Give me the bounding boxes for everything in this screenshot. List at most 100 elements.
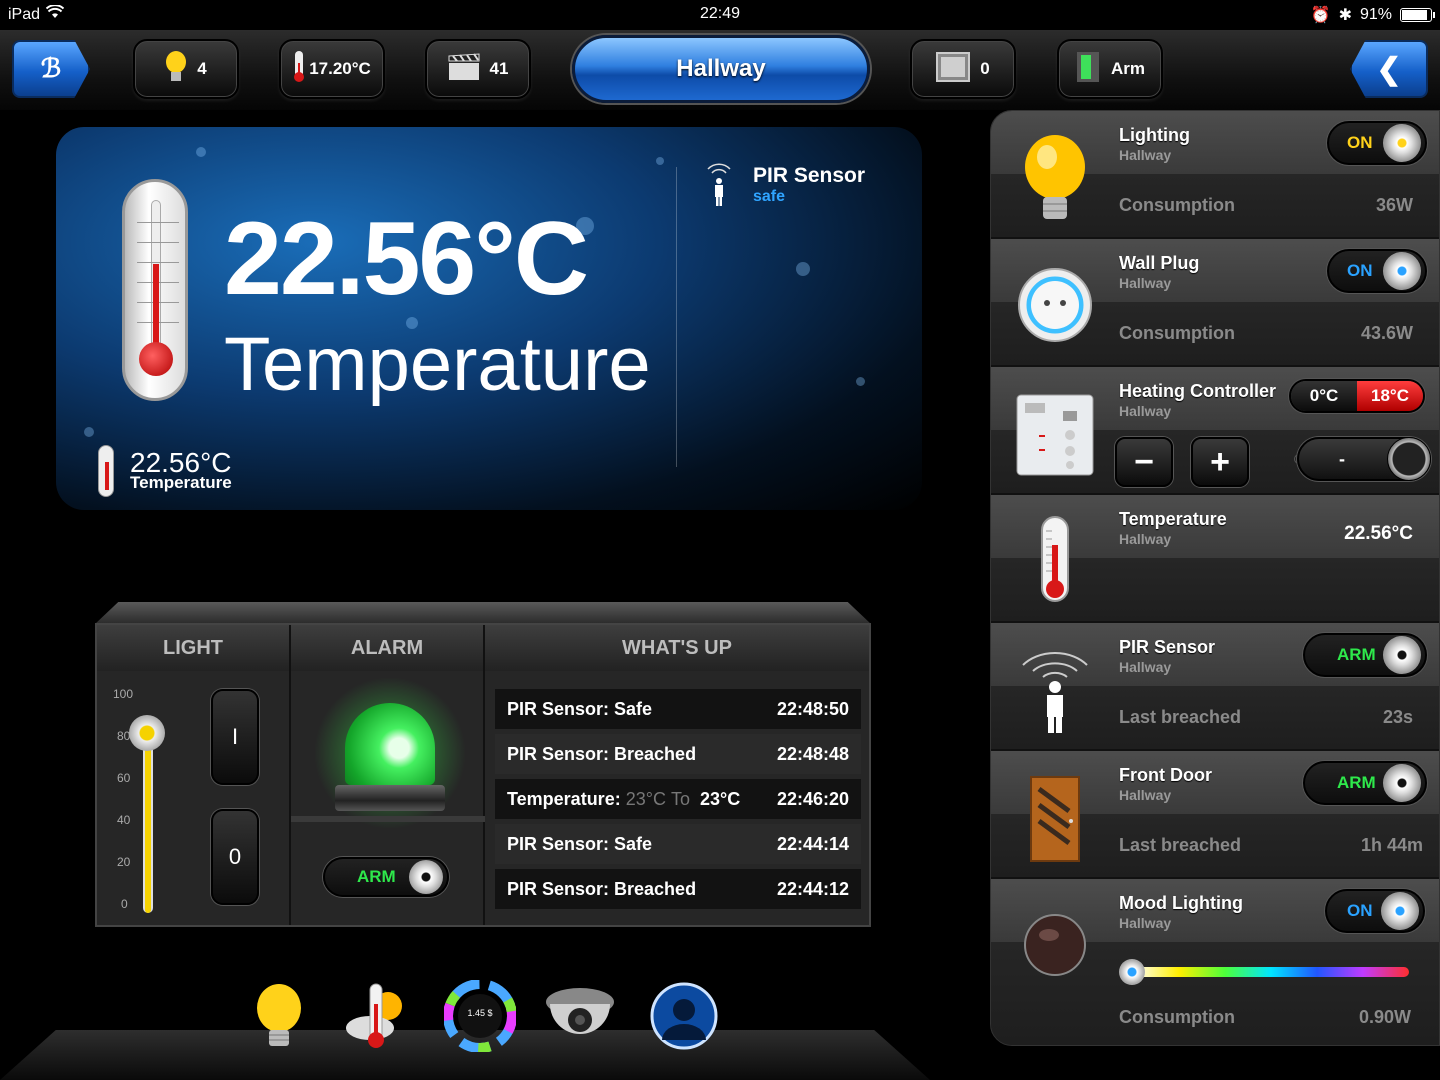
metric-value: 23s [1382,707,1413,727]
lighting-on-toggle[interactable]: ON [1327,121,1427,165]
device-room: Hallway [1119,403,1172,419]
log-from-value: 23°C [625,788,666,809]
alarm-clock-icon: ⏰ [1310,7,1331,24]
device-title: Wall Plug [1119,253,1200,273]
color-slider-knob[interactable] [1119,959,1145,985]
heating-mode-selector[interactable]: - [1297,437,1431,481]
security-button[interactable]: Arm [1057,39,1163,99]
thermometer-icon [1015,511,1095,607]
back-button[interactable]: ❮ [1350,40,1428,98]
device-sidebar: Lighting Hallway ON Consumption 36W Wall… [990,110,1440,1046]
wall-plug-on-toggle[interactable]: ON [1327,249,1427,293]
dimmer-slider-knob[interactable] [129,714,165,751]
chevron-left-icon: ❮ [1376,52,1402,86]
metric-value: 43.6W [1360,323,1413,343]
device-card-mood-lighting[interactable]: Mood Lighting Hallway ON Consumption 0.9… [991,879,1439,1045]
dock-security-icon[interactable] [648,980,720,1052]
log-time: 22:48:48 [776,743,849,764]
temperature-reading: 22.56°C [1344,523,1413,544]
blinds-count: 0 [980,59,990,78]
front-door-arm-toggle[interactable]: ARM [1303,761,1427,805]
metric-label: Consumption [1119,1007,1235,1027]
dock-energy-icon[interactable]: 1.45 $ [443,979,517,1053]
heating-high-setpoint: 18°C [1357,381,1423,411]
tab-whats-up[interactable]: WHAT'S UP [485,625,869,671]
device-card-heating-controller[interactable]: Heating Controller Hallway 0°C 18°C − + … [991,367,1439,495]
clock-icon [1387,437,1431,481]
device-title: Mood Lighting [1119,893,1243,913]
lights-button[interactable]: 4 [133,39,239,99]
scale-label: 40 [117,813,131,827]
device-card-wall-plug[interactable]: Wall Plug Hallway ON Consumption 43.6W [991,239,1439,367]
dock-lighting-icon[interactable] [243,980,315,1052]
log-time: 22:48:50 [776,698,849,719]
device-card-front-door[interactable]: Front Door Hallway ARM Last breached 1h … [991,751,1439,879]
events-log: PIR Sensor: Safe 22:48:50 PIR Sensor: Bre… [485,671,869,925]
light-on-button[interactable]: I [211,689,259,785]
device-title: Front Door [1119,765,1212,785]
device-card-temperature[interactable]: Temperature Hallway 22.56°C [991,495,1439,623]
home-logo-icon: ℬ [40,54,62,83]
log-event: PIR Sensor: Breached [507,878,697,899]
blinds-button[interactable]: 0 [910,39,1016,99]
hero-temperature-value: 22.56°C [224,201,589,317]
control-panel: LIGHT ALARM WHAT'S UP 100 80 60 40 20 0 … [95,623,871,927]
light-off-button[interactable]: 0 [211,809,259,905]
dock-camera-icon[interactable] [544,980,616,1052]
tab-alarm[interactable]: ALARM [291,625,485,671]
heating-controller-icon [1015,383,1095,479]
log-event: PIR Sensor: Safe [507,698,653,719]
device-card-pir-sensor[interactable]: PIR Sensor Hallway ARM Last breached 23s [991,623,1439,751]
alarm-arm-toggle[interactable]: ARM [323,857,449,897]
device-room: Hallway [1119,659,1172,675]
device-card-lighting[interactable]: Lighting Hallway ON Consumption 36W [991,111,1439,239]
scenes-count: 41 [489,59,509,78]
divider [676,167,677,467]
scenes-button[interactable]: 41 [425,39,531,99]
toggle-label: ARM [1337,645,1376,664]
wall-plug-icon [1015,255,1095,351]
top-toolbar: ℬ 4 17.20°C 41 Hallway 0 Arm ❮ [0,30,1440,110]
dock-climate-icon[interactable] [340,980,412,1052]
pir-arm-toggle[interactable]: ARM [1303,633,1427,677]
log-row: PIR Sensor: Safe 22:44:14 [495,824,861,864]
light-panel: 100 80 60 40 20 0 I 0 [97,671,291,925]
home-button[interactable]: ℬ [12,40,90,98]
energy-cost: 1.45 $ [467,1008,493,1018]
scale-label: 20 [117,855,131,869]
alarm-arm-label: ARM [357,867,396,886]
log-row: Temperature: 23°C To 23°C 22:46:20 [495,779,861,819]
log-time: 22:44:14 [776,833,849,854]
status-time: 22:49 [699,5,741,22]
toggle-label: ON [1347,133,1373,152]
metric-value: 1h 44m [1360,835,1423,855]
toggle-knob [1383,252,1421,290]
toggle-knob [1383,124,1421,162]
toggle-knob [1383,764,1421,802]
log-event: Temperature: [507,788,621,809]
scale-label: 60 [117,771,131,785]
temperature-button[interactable]: 17.20°C [279,39,385,99]
device-title: Lighting [1119,125,1190,145]
battery-icon [1400,8,1435,22]
device-title: Temperature [1119,509,1227,529]
heating-increase-button[interactable]: + [1191,437,1249,487]
blinds-icon [936,51,971,87]
log-time: 22:46:20 [776,788,849,809]
heating-setpoints[interactable]: 0°C 18°C [1289,379,1425,413]
thermometer-icon [293,50,305,88]
tab-light[interactable]: LIGHT [97,625,291,671]
color-slider-track[interactable] [1133,967,1409,977]
toggle-label: ON [1347,261,1373,280]
mood-lighting-on-toggle[interactable]: ON [1325,889,1425,933]
security-door-icon [1075,51,1101,88]
device-room: Hallway [1119,531,1172,547]
metric-value: 36W [1375,195,1413,215]
device-room: Hallway [1119,787,1172,803]
metric-label: Consumption [1119,195,1235,215]
mood-light-orb-icon [1015,905,1095,1001]
device-room: Hallway [1119,147,1172,163]
metric-label: Last breached [1119,707,1242,727]
heating-decrease-button[interactable]: − [1115,437,1173,487]
room-selector[interactable]: Hallway [572,35,870,103]
